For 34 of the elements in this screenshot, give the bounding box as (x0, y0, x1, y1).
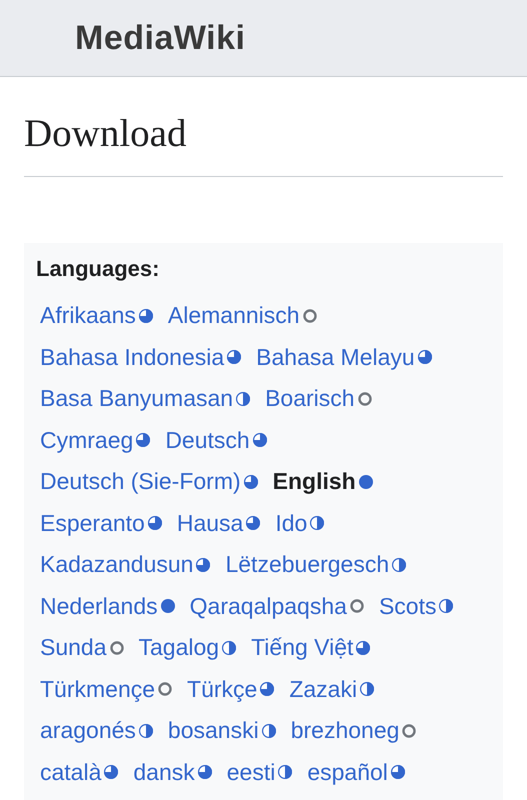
language-link[interactable]: dansk (133, 754, 195, 790)
language-link[interactable]: Boarisch (265, 381, 355, 416)
language-link[interactable]: Hausa (176, 506, 244, 540)
language-link[interactable]: Basa Banyumasan (40, 381, 234, 416)
language-link[interactable]: Qaraqalpaqsha (190, 588, 347, 624)
language-link[interactable]: Deutsch (Sie-Form) (40, 464, 241, 499)
language-link[interactable]: Zazaki (289, 672, 358, 706)
language-link[interactable]: Türkmençe (40, 672, 156, 706)
language-link[interactable]: Cymraeg (40, 422, 134, 458)
language-link[interactable]: español (307, 754, 388, 790)
language-link[interactable]: aragonés (40, 713, 136, 748)
language-link[interactable]: català (40, 754, 102, 790)
site-logo-text[interactable]: MediaWiki (75, 12, 246, 64)
language-link[interactable]: Kadazandusun (40, 547, 194, 582)
language-link[interactable]: Bahasa Melayu (256, 340, 415, 374)
language-link[interactable]: Sunda (40, 630, 107, 665)
page-title: Download (24, 77, 503, 177)
language-link[interactable]: Lëtzebuergesch (225, 547, 390, 582)
language-link[interactable]: Deutsch (165, 422, 250, 458)
language-link[interactable]: Ido (275, 506, 308, 540)
language-link[interactable]: bosanski (168, 713, 259, 748)
languages-heading: Languages: (36, 254, 160, 283)
language-link[interactable]: Bahasa Indonesia (40, 340, 224, 374)
language-link[interactable]: Nederlands (40, 588, 158, 624)
language-link[interactable]: Tiếng Việt (251, 630, 354, 665)
language-link[interactable]: eesti (226, 754, 276, 790)
language-link[interactable]: brezhoneg (290, 713, 400, 748)
language-link[interactable]: English (272, 464, 356, 499)
language-link[interactable]: Afrikaans (40, 298, 136, 333)
language-link[interactable]: Scots (378, 588, 436, 624)
language-link[interactable]: Esperanto (40, 506, 145, 540)
language-link[interactable]: Tagalog (138, 630, 220, 665)
language-link[interactable]: Türkçe (187, 672, 258, 706)
language-link[interactable]: Alemannisch (168, 298, 300, 333)
